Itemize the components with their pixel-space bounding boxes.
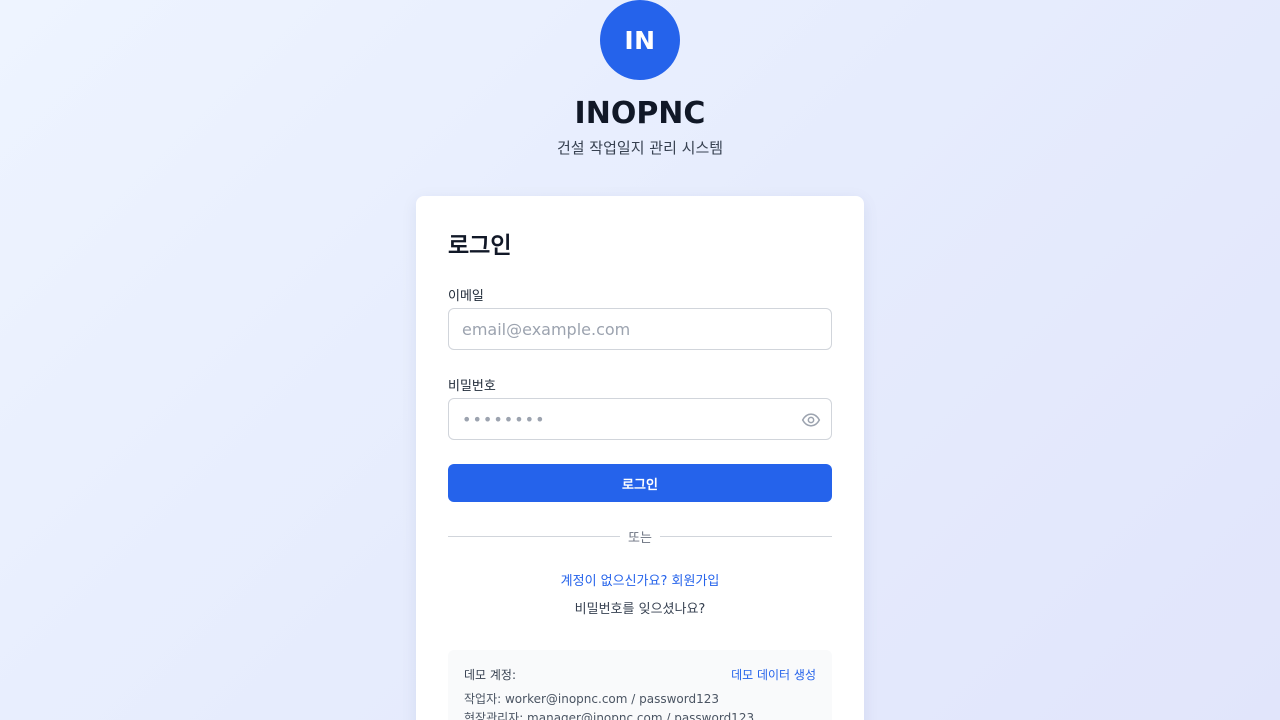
demo-title: 데모 계정: xyxy=(464,668,517,682)
logo-text: IN xyxy=(624,25,656,55)
login-title: 로그인 xyxy=(448,233,512,259)
demo-account-worker: 작업자: worker@inopnc.com / password123 xyxy=(464,692,719,706)
signup-link[interactable]: 계정이 없으신가요? 회원가입 xyxy=(416,570,864,589)
divider-text: 또는 xyxy=(628,530,652,546)
brand-header: IN INOPNC 건설 작업일지 관리 시스템 xyxy=(0,0,1280,158)
demo-accounts-box: 데모 계정: 데모 데이터 생성 작업자: worker@inopnc.com … xyxy=(448,650,832,720)
logo: IN xyxy=(600,0,680,80)
eye-icon[interactable] xyxy=(801,410,821,430)
password-field[interactable]: •••••••• xyxy=(448,398,832,440)
divider-line-left xyxy=(448,535,621,537)
login-button[interactable]: 로그인 xyxy=(448,464,832,502)
email-label: 이메일 xyxy=(448,289,484,304)
password-placeholder: •••••••• xyxy=(462,409,546,429)
divider-line-right xyxy=(659,535,833,537)
email-field[interactable]: email@example.com xyxy=(448,308,832,350)
email-placeholder: email@example.com xyxy=(462,319,631,339)
divider: 또는 xyxy=(448,526,833,546)
login-card: 로그인 이메일 email@example.com 비밀번호 •••••••• … xyxy=(416,196,864,720)
app-subtitle: 건설 작업일지 관리 시스템 xyxy=(556,139,724,157)
generate-demo-data-link[interactable]: 데모 데이터 생성 xyxy=(731,666,816,683)
app-title: INOPNC xyxy=(574,96,706,131)
demo-account-manager: 현장관리자: manager@inopnc.com / password123 xyxy=(464,711,755,720)
password-label: 비밀번호 xyxy=(448,379,496,394)
forgot-password-link[interactable]: 비밀번호를 잊으셨나요? xyxy=(416,598,864,617)
